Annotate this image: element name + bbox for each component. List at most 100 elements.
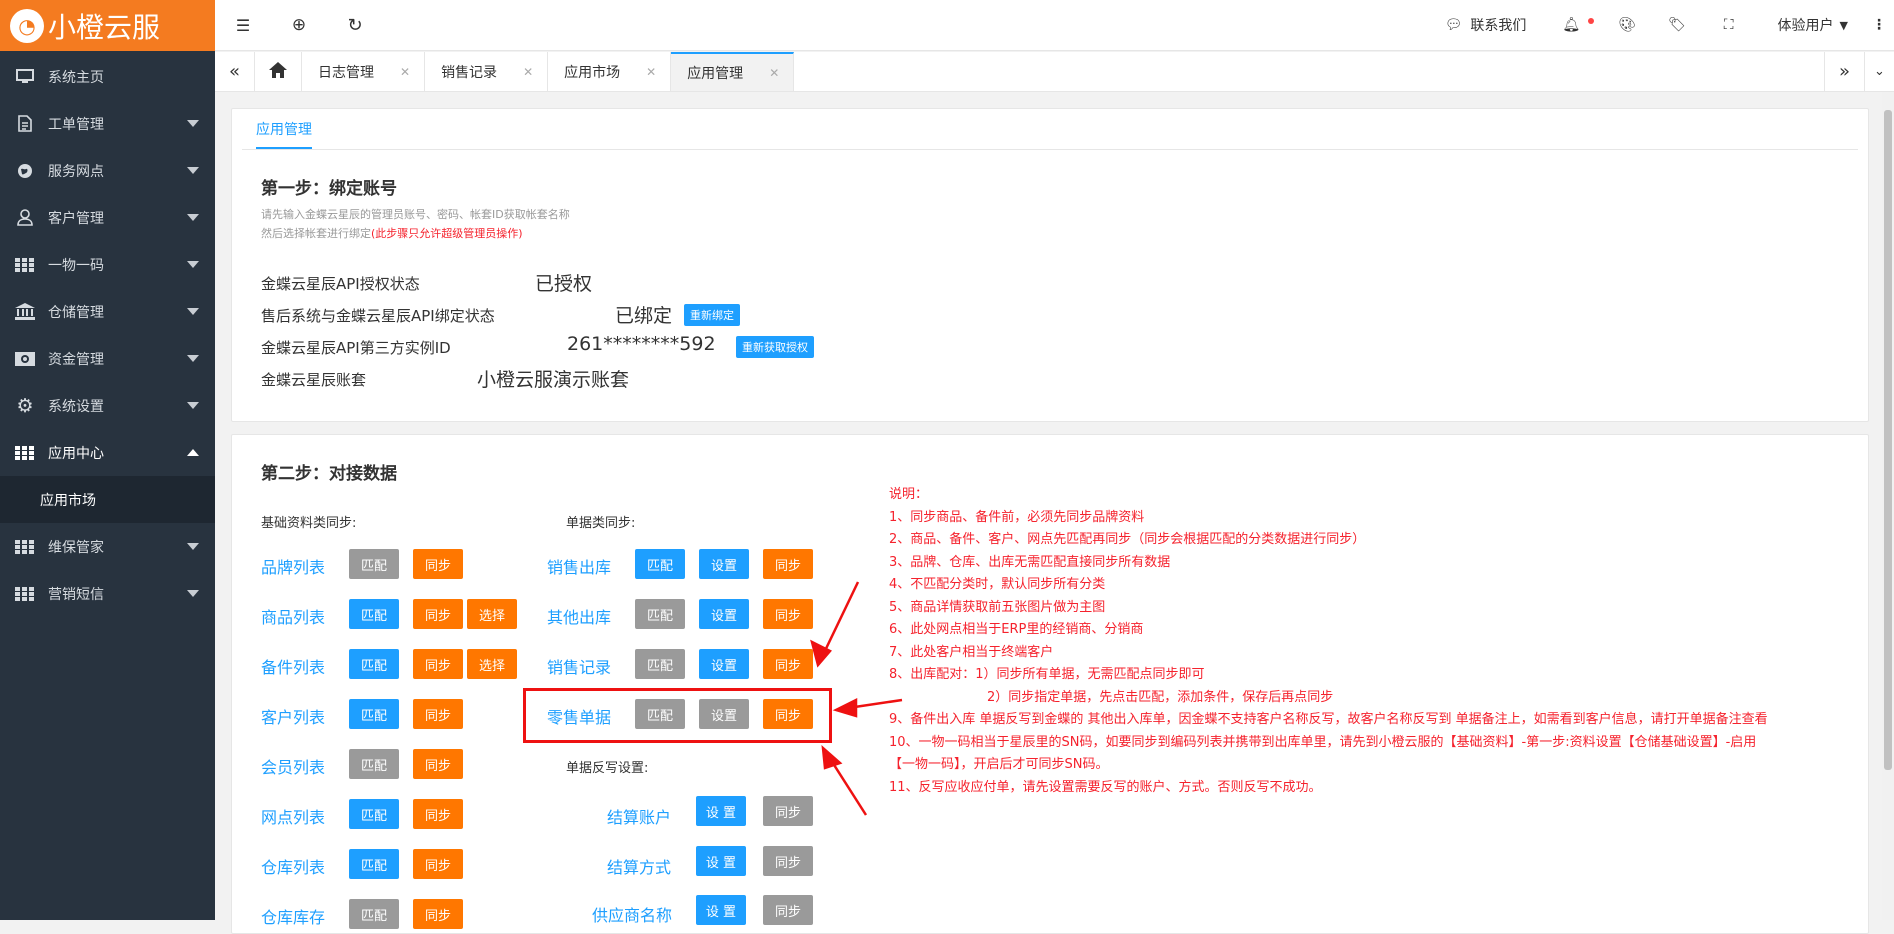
settlement-account-link[interactable]: 结算账户: [607, 804, 671, 828]
other-outbound-setting-button[interactable]: 设置: [699, 599, 749, 629]
warehouse-stock-link[interactable]: 仓库库存: [261, 904, 325, 928]
sales-record-setting-button[interactable]: 设置: [699, 649, 749, 679]
panel-tab-app-management[interactable]: 应用管理: [256, 119, 312, 149]
supplier-name-link[interactable]: 供应商名称: [592, 902, 672, 926]
sidebar-subitem-app-market[interactable]: 应用市场: [0, 476, 215, 523]
tag-button[interactable]: 🏷︎: [1652, 0, 1702, 51]
warehouse-sync-button[interactable]: 同步: [413, 849, 463, 879]
sidebar-item-home[interactable]: 系统主页: [0, 53, 215, 100]
sidebar-item-app-center[interactable]: 应用中心: [0, 429, 215, 476]
tab-label: 日志管理: [318, 64, 374, 81]
settlement-method-link[interactable]: 结算方式: [607, 854, 671, 878]
product-list-link[interactable]: 商品列表: [261, 604, 325, 628]
sidebar-item-service-points[interactable]: 服务网点: [0, 147, 215, 194]
product-match-button[interactable]: 匹配: [349, 599, 399, 629]
supplier-name-sync-button[interactable]: 同步: [763, 895, 813, 925]
tab-app-management[interactable]: 应用管理 ✕: [671, 52, 795, 91]
tabs-menu-chevron-icon[interactable]: ⌄: [1864, 52, 1894, 91]
more-menu-icon[interactable]: ⋮: [1864, 0, 1894, 51]
orange-logo-icon: ◔: [10, 8, 44, 43]
brand-logo[interactable]: ◔ 小橙云服: [0, 0, 215, 51]
user-menu[interactable]: 体验用户 ▼: [1756, 0, 1864, 51]
sales-record-match-button[interactable]: 匹配: [635, 649, 685, 679]
api-auth-status-label: 金蝶云星辰API授权状态: [261, 275, 420, 293]
parts-sync-button[interactable]: 同步: [413, 649, 463, 679]
sidebar-item-customers[interactable]: 客户管理: [0, 194, 215, 241]
reauthorize-button[interactable]: 重新获取授权: [736, 336, 814, 358]
warehouse-match-button[interactable]: 匹配: [349, 849, 399, 879]
page-scrollbar[interactable]: [1882, 92, 1894, 920]
parts-select-button[interactable]: 选择: [467, 649, 517, 679]
sales-outbound-link[interactable]: 销售出库: [547, 554, 611, 578]
tab-sales-records[interactable]: 销售记录 ✕: [425, 52, 549, 91]
sales-record-link[interactable]: 销售记录: [547, 654, 611, 678]
tab-log-management[interactable]: 日志管理 ✕: [302, 52, 426, 91]
fullscreen-button[interactable]: ⛶: [1702, 0, 1756, 51]
settlement-method-setting-button[interactable]: 设 置: [696, 846, 746, 876]
settlement-account-setting-button[interactable]: 设 置: [696, 796, 746, 826]
parts-list-link[interactable]: 备件列表: [261, 654, 325, 678]
outlet-match-button[interactable]: 匹配: [349, 799, 399, 829]
tab-label: 应用管理: [687, 65, 744, 82]
outlet-sync-button[interactable]: 同步: [413, 799, 463, 829]
brand-sync-button[interactable]: 同步: [413, 549, 463, 579]
settlement-method-sync-button[interactable]: 同步: [763, 846, 813, 876]
parts-match-button[interactable]: 匹配: [349, 649, 399, 679]
brand-match-button[interactable]: 匹配: [349, 549, 399, 579]
refresh-icon[interactable]: ↻: [327, 0, 383, 51]
sidebar-item-warehouse[interactable]: 仓储管理: [0, 288, 215, 335]
product-select-button[interactable]: 选择: [467, 599, 517, 629]
sidebar-item-label: 维保管家: [48, 539, 104, 556]
sidebar-item-sms[interactable]: 营销短信: [0, 570, 215, 617]
close-icon[interactable]: ✕: [400, 65, 410, 79]
tabs-scroll-right-icon[interactable]: »: [1824, 52, 1864, 91]
tabs-scroll-left-icon[interactable]: «: [215, 52, 255, 91]
member-match-button[interactable]: 匹配: [349, 749, 399, 779]
sales-outbound-sync-button[interactable]: 同步: [763, 549, 813, 579]
sales-outbound-setting-button[interactable]: 设置: [699, 549, 749, 579]
notification-button[interactable]: 🔔︎: [1540, 0, 1602, 51]
sidebar-item-maintenance[interactable]: 维保管家: [0, 523, 215, 570]
settlement-account-sync-button[interactable]: 同步: [763, 796, 813, 826]
globe-icon[interactable]: ⊕: [271, 0, 327, 51]
supplier-name-setting-button[interactable]: 设 置: [696, 895, 746, 925]
sidebar-item-label: 客户管理: [48, 210, 104, 227]
customer-sync-button[interactable]: 同步: [413, 699, 463, 729]
theme-button[interactable]: 🎨︎: [1602, 0, 1652, 51]
product-sync-button[interactable]: 同步: [413, 599, 463, 629]
menu-toggle-icon[interactable]: ☰: [215, 0, 271, 51]
contact-us-button[interactable]: 💬︎ 联系我们: [1431, 0, 1541, 51]
sidebar-item-workorder[interactable]: 工单管理: [0, 100, 215, 147]
brand-name: 小橙云服: [48, 10, 161, 44]
member-sync-button[interactable]: 同步: [413, 749, 463, 779]
customer-list-link[interactable]: 客户列表: [261, 704, 325, 728]
chevron-down-icon: ▼: [1839, 18, 1848, 32]
warehouse-stock-sync-button[interactable]: 同步: [413, 899, 463, 929]
warehouse-stock-match-button[interactable]: 匹配: [349, 899, 399, 929]
note-item: 2、商品、备件、客户、网点先匹配再同步（同步会根据匹配的分类数据进行同步）: [889, 532, 1366, 547]
chevron-down-icon: [187, 120, 199, 127]
sidebar-item-one-code[interactable]: 一物一码: [0, 241, 215, 288]
rebind-button[interactable]: 重新绑定: [684, 304, 740, 326]
tab-app-market[interactable]: 应用市场 ✕: [548, 52, 672, 91]
sidebar-item-funds[interactable]: 资金管理: [0, 335, 215, 382]
sidebar-item-label: 工单管理: [48, 116, 104, 133]
member-list-link[interactable]: 会员列表: [261, 754, 325, 778]
api-auth-status-value: 已授权: [535, 273, 593, 295]
other-outbound-link[interactable]: 其他出库: [547, 604, 611, 628]
other-outbound-match-button[interactable]: 匹配: [635, 599, 685, 629]
close-icon[interactable]: ✕: [646, 65, 656, 79]
scrollbar-thumb[interactable]: [1884, 110, 1892, 770]
warehouse-list-link[interactable]: 仓库列表: [261, 854, 325, 878]
tab-home[interactable]: [255, 52, 302, 91]
sales-outbound-match-button[interactable]: 匹配: [635, 549, 685, 579]
outlet-list-link[interactable]: 网点列表: [261, 804, 325, 828]
basic-sync-label: 基础资料类同步:: [261, 516, 357, 531]
sidebar-item-settings[interactable]: ⚙ 系统设置: [0, 382, 215, 429]
close-icon[interactable]: ✕: [523, 65, 533, 79]
brand-list-link[interactable]: 品牌列表: [261, 554, 325, 578]
close-icon[interactable]: ✕: [769, 66, 779, 80]
sales-record-sync-button[interactable]: 同步: [763, 649, 813, 679]
other-outbound-sync-button[interactable]: 同步: [763, 599, 813, 629]
customer-match-button[interactable]: 匹配: [349, 699, 399, 729]
